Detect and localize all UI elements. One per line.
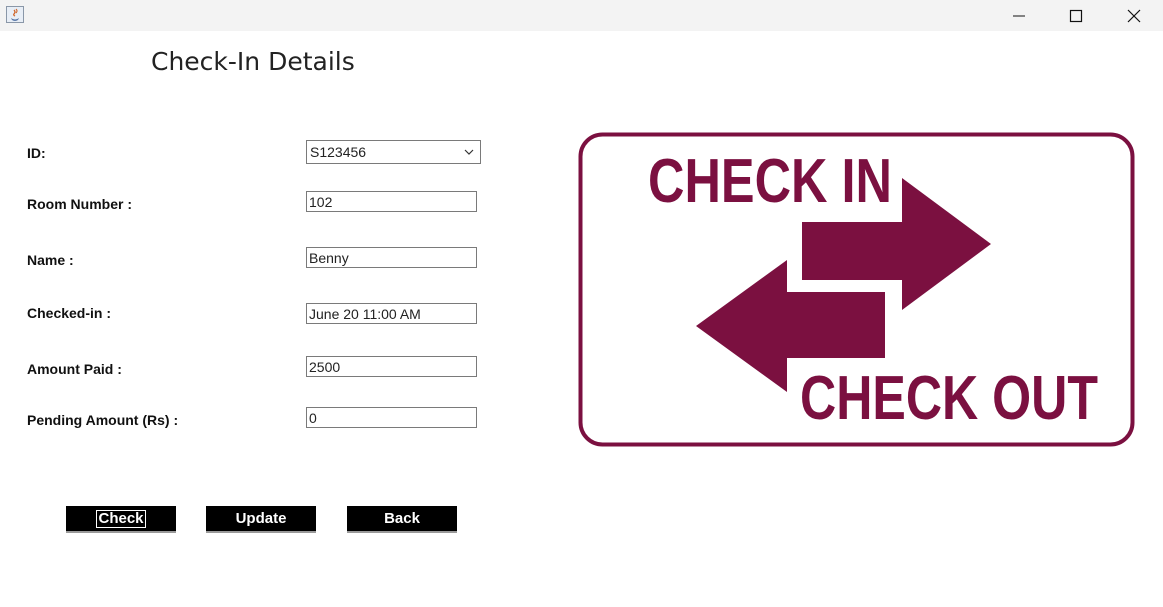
pending-amount-label: Pending Amount (Rs) : bbox=[27, 412, 179, 428]
checked-in-label: Checked-in : bbox=[27, 305, 112, 321]
maximize-button[interactable] bbox=[1047, 0, 1105, 31]
close-icon bbox=[1127, 9, 1141, 22]
checked-in-input[interactable] bbox=[306, 303, 477, 324]
maximize-icon bbox=[1069, 9, 1083, 22]
name-input[interactable] bbox=[306, 247, 477, 268]
chevron-down-icon bbox=[464, 149, 474, 155]
id-label: ID: bbox=[27, 145, 46, 161]
window-titlebar bbox=[0, 0, 1163, 31]
minimize-button[interactable] bbox=[990, 0, 1048, 31]
update-button[interactable]: Update bbox=[206, 506, 316, 533]
room-number-input[interactable] bbox=[306, 191, 477, 212]
check-out-text: CHECK OUT bbox=[800, 364, 1098, 433]
page-title: Check-In Details bbox=[151, 47, 355, 76]
back-button[interactable]: Back bbox=[347, 506, 457, 533]
check-in-out-sign-image: CHECK IN CHECK OUT bbox=[578, 132, 1135, 447]
name-label: Name : bbox=[27, 252, 74, 268]
minimize-icon bbox=[1013, 15, 1025, 16]
amount-paid-label: Amount Paid : bbox=[27, 361, 122, 377]
id-dropdown[interactable]: S123456 bbox=[306, 140, 481, 164]
check-button[interactable]: Check bbox=[66, 506, 176, 533]
close-button[interactable] bbox=[1105, 0, 1163, 31]
check-button-label: Check bbox=[96, 509, 146, 528]
check-in-text: CHECK IN bbox=[648, 147, 892, 216]
java-icon bbox=[6, 6, 24, 23]
room-number-label: Room Number : bbox=[27, 196, 132, 212]
pending-amount-input[interactable] bbox=[306, 407, 477, 428]
id-dropdown-value: S123456 bbox=[310, 144, 367, 160]
amount-paid-input[interactable] bbox=[306, 356, 477, 377]
